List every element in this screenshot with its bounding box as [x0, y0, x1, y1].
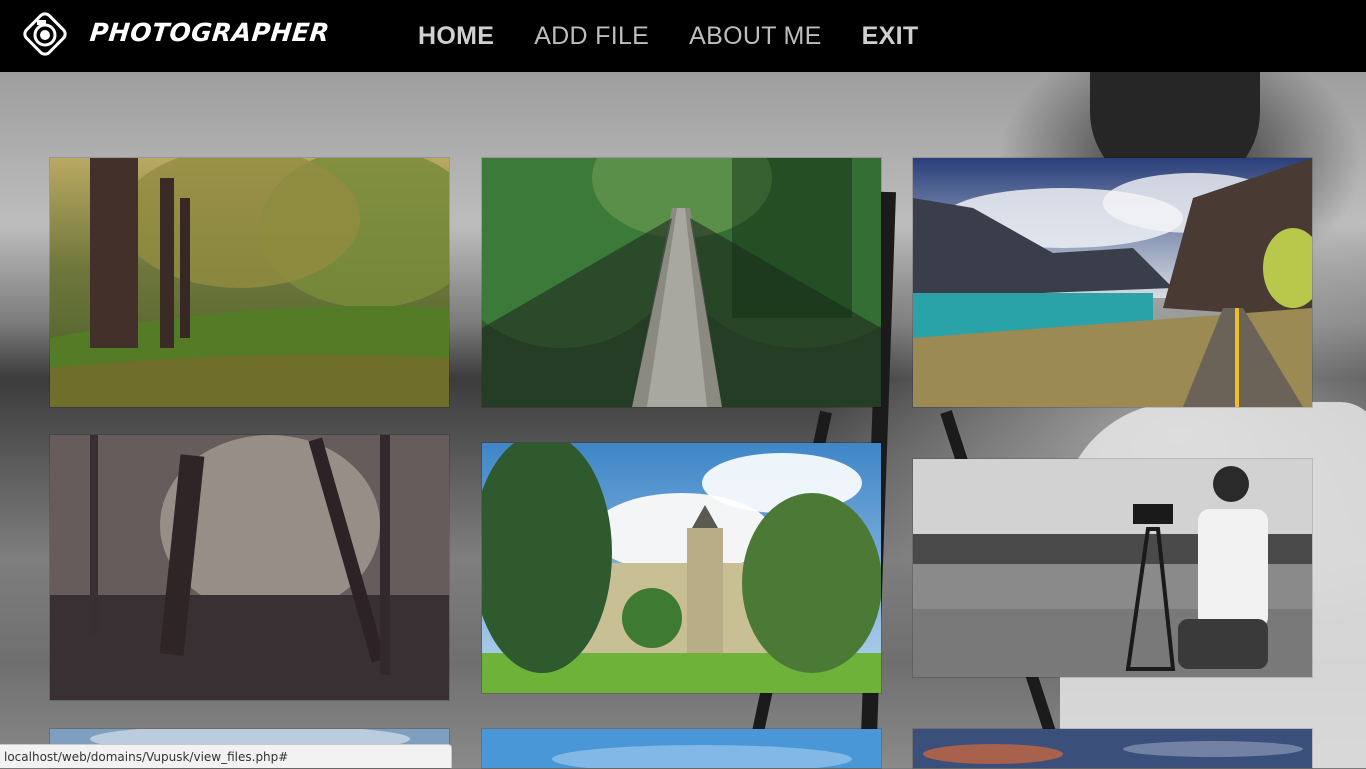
nav-exit-link[interactable]: EXIT — [862, 22, 919, 51]
photo-tile-mountain-lake[interactable] — [913, 158, 1312, 407]
nav-home-link[interactable]: HOME — [418, 22, 494, 51]
photo-tile-misty-forest[interactable] — [50, 435, 449, 700]
status-bar-url: localhost/web/domains/Vupusk/view_files.… — [0, 744, 452, 768]
photo-tile-videographer[interactable] — [913, 459, 1312, 677]
photo-tile-castle-park[interactable] — [482, 443, 881, 693]
main-menu: HOME ADD FILE ABOUT ME EXIT — [418, 0, 958, 72]
brand-name[interactable]: PHOTOGRAPHER — [88, 18, 331, 47]
nav-about-me-link[interactable]: ABOUT ME — [689, 22, 822, 51]
photo-tile-sunset-sky[interactable] — [913, 729, 1312, 768]
camera-aperture-icon[interactable] — [20, 9, 70, 59]
photo-tile-autumn-park[interactable] — [50, 158, 449, 407]
top-navbar: PHOTOGRAPHER HOME ADD FILE ABOUT ME EXIT — [0, 0, 1366, 72]
nav-add-file-link[interactable]: ADD FILE — [534, 22, 649, 51]
photo-tile-blue-sky-2[interactable] — [482, 729, 881, 768]
photo-tile-forest-bridge[interactable] — [482, 158, 881, 407]
